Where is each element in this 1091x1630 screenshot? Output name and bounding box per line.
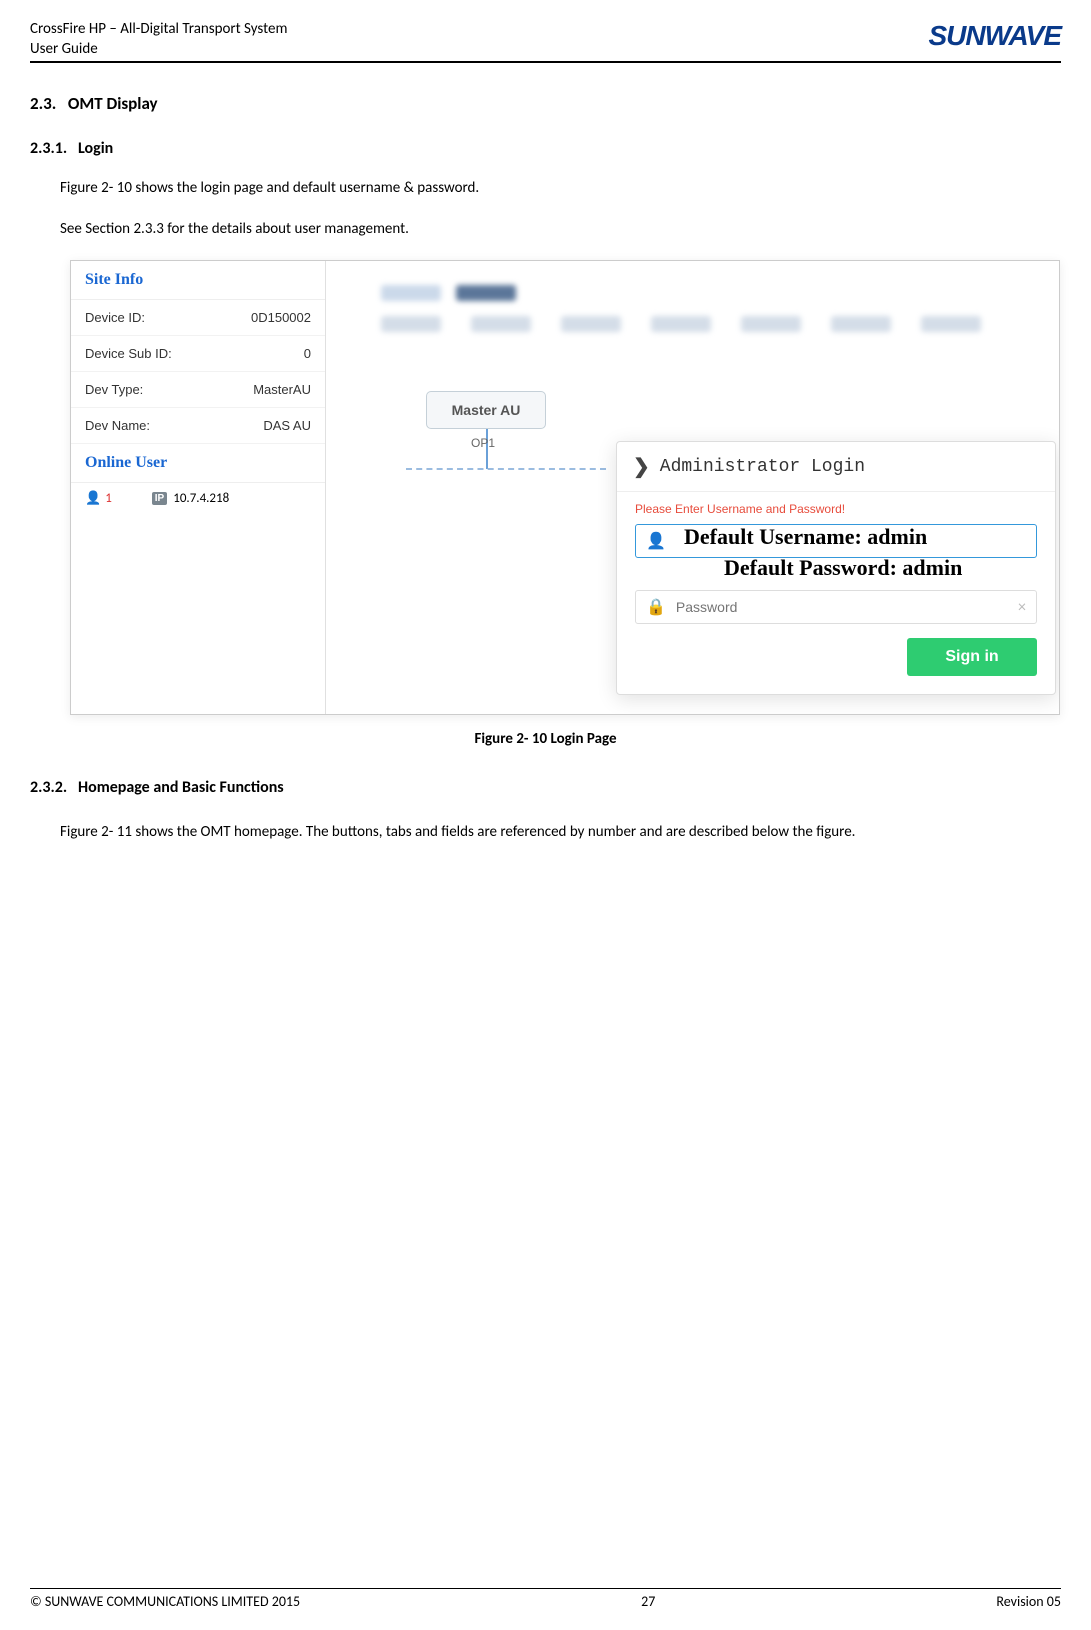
section-title: OMT Display [68,93,158,114]
modal-title-bar: ❯ Administrator Login [617,442,1055,492]
ip-badge-icon: IP [152,492,167,505]
copyright: © SUNWAVE COMMUNICATIONS LIMITED 2015 [30,1593,300,1610]
password-field[interactable]: 🔒 × [635,590,1037,624]
section-num: 2.3. [30,93,56,114]
device-subid-value: 0 [304,346,311,361]
section-num: 2.3.2. [30,778,67,797]
page-number: 27 [641,1593,655,1610]
header-left: CrossFire HP – All-Digital Transport Sys… [30,20,287,59]
user-icon: 👤 [85,491,101,506]
blurred-tab [456,285,516,301]
error-message: Please Enter Username and Password! [635,502,1037,516]
chevron-right-icon: ❯ [633,454,650,479]
brand-logo: SUNWAVE [929,20,1062,52]
dev-name-label: Dev Name: [85,418,150,433]
page-footer: © SUNWAVE COMMUNICATIONS LIMITED 2015 27… [30,1588,1061,1610]
online-ip: 10.7.4.218 [173,491,229,506]
screenshot-main: Master AU OP1 ❯ Administrator Login Plea… [326,261,1059,714]
site-info-header: Site Info [71,261,325,300]
revision: Revision 05 [996,1593,1061,1610]
op1-label: OP1 [471,436,495,450]
page-header: CrossFire HP – All-Digital Transport Sys… [30,20,1061,63]
screenshot-sidebar: Site Info Device ID: 0D150002 Device Sub… [71,261,326,714]
paragraph-1: Figure 2- 10 shows the login page and de… [60,178,1061,199]
device-id-row: Device ID: 0D150002 [71,300,325,336]
device-subid-label: Device Sub ID: [85,346,172,361]
dev-name-row: Dev Name: DAS AU [71,408,325,444]
connector-dashed [406,468,606,470]
signin-button[interactable]: Sign in [907,638,1037,676]
section-title: Login [78,139,113,158]
brand-text: SUNWAVE [929,20,1062,52]
dev-type-label: Dev Type: [85,382,143,397]
device-id-value: 0D150002 [251,310,311,325]
section-2-3-1-heading: 2.3.1. Login [30,139,1061,158]
online-count: 1 [105,491,112,506]
section-2-3-heading: 2.3. OMT Display [30,93,1061,114]
password-input[interactable] [676,599,1018,615]
lock-icon: 🔒 [646,597,666,617]
user-icon: 👤 [646,531,666,551]
blurred-row [381,316,1039,332]
default-password-overlay: Default Password: admin [724,555,962,581]
master-au-node[interactable]: Master AU [426,391,546,429]
clear-icon[interactable]: × [1018,598,1026,617]
section-2-3-2-heading: 2.3.2. Homepage and Basic Functions [30,778,1061,797]
figure-2-10: Site Info Device ID: 0D150002 Device Sub… [70,260,1061,715]
dev-type-value: MasterAU [253,382,311,397]
doc-type: User Guide [30,40,287,60]
online-user-row: 👤 1 IP 10.7.4.218 [71,483,325,514]
section-title: Homepage and Basic Functions [78,778,284,797]
figure-caption: Figure 2- 10 Login Page [30,730,1061,748]
online-user-header: Online User [71,444,325,483]
device-id-label: Device ID: [85,310,145,325]
device-subid-row: Device Sub ID: 0 [71,336,325,372]
blurred-tab [381,285,441,301]
section-num: 2.3.1. [30,139,67,158]
paragraph-3: Figure 2- 11 shows the OMT homepage. The… [60,817,1061,847]
modal-body: Please Enter Username and Password! 👤 🔒 … [617,492,1055,694]
dev-name-value: DAS AU [263,418,311,433]
default-username-overlay: Default Username: admin [684,524,927,550]
modal-title-text: Administrator Login [660,457,865,477]
product-line: CrossFire HP – All-Digital Transport Sys… [30,20,287,40]
paragraph-2: See Section 2.3.3 for the details about … [60,219,1061,240]
dev-type-row: Dev Type: MasterAU [71,372,325,408]
login-screenshot: Site Info Device ID: 0D150002 Device Sub… [70,260,1060,715]
